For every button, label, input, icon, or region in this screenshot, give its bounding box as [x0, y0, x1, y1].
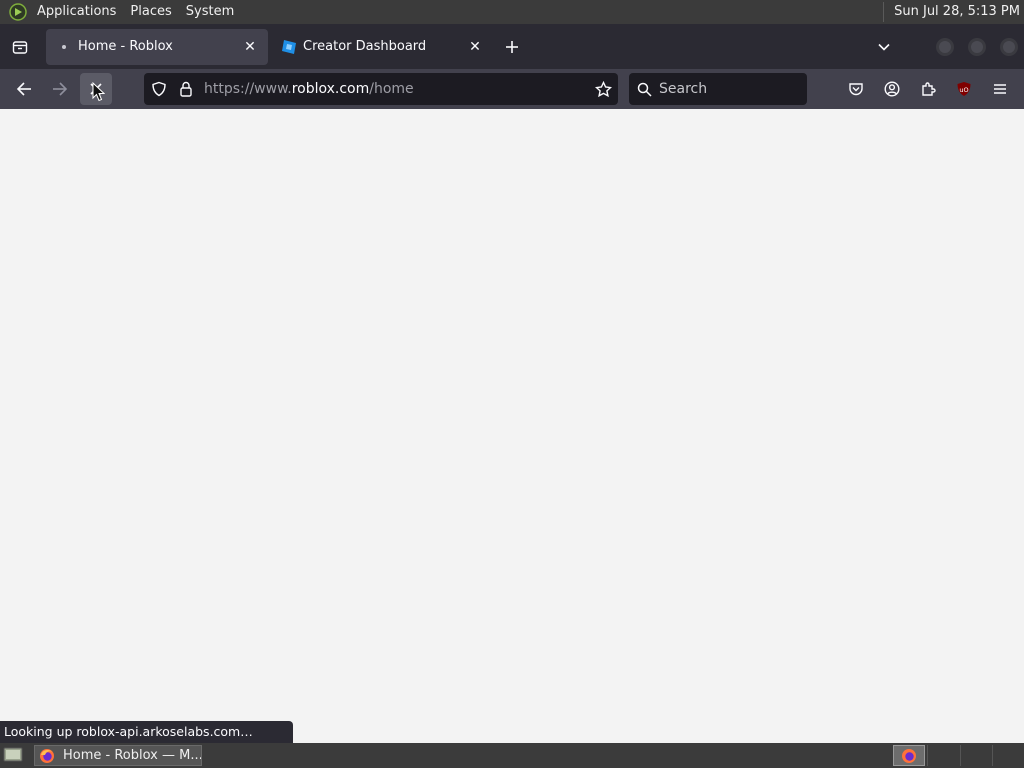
- list-all-tabs-button[interactable]: [868, 31, 900, 63]
- chevron-down-icon: [878, 43, 890, 51]
- hamburger-menu-icon: [994, 84, 1006, 94]
- menu-applications[interactable]: Applications: [30, 0, 123, 24]
- extensions-button[interactable]: [912, 73, 944, 105]
- navigation-bar: https://www.roblox.com/home Search uO: [0, 69, 1024, 109]
- workspace-3[interactable]: [960, 745, 992, 766]
- arrow-left-icon: [16, 82, 31, 96]
- url-bar[interactable]: https://www.roblox.com/home: [144, 73, 618, 105]
- maximize-button[interactable]: [968, 37, 986, 56]
- app-menu-button[interactable]: [984, 73, 1016, 105]
- window-controls: [929, 37, 1024, 56]
- status-panel: Looking up roblox-api.arkoselabs.com…: [0, 721, 293, 743]
- menu-system[interactable]: System: [179, 0, 241, 24]
- panel-clock[interactable]: Sun Jul 28, 5:13 PM: [883, 2, 1024, 22]
- bottom-panel: Home - Roblox — M...: [0, 743, 1024, 768]
- url-path: /home: [369, 81, 414, 97]
- firefox-view-button[interactable]: [4, 31, 36, 63]
- loading-dot-icon: [56, 39, 72, 55]
- arrow-right-icon: [53, 82, 68, 96]
- minimize-button[interactable]: [936, 37, 954, 56]
- svg-text:uO: uO: [959, 86, 968, 94]
- workspace-4[interactable]: [992, 745, 1024, 766]
- url-text[interactable]: https://www.roblox.com/home: [204, 81, 414, 97]
- taskbar-window-title: Home - Roblox — M...: [63, 748, 202, 763]
- tracking-protection-shield-icon[interactable]: [144, 73, 174, 105]
- firefox-icon: [902, 749, 916, 763]
- tab-close-icon[interactable]: ✕: [240, 37, 260, 57]
- close-window-button[interactable]: [1000, 37, 1018, 56]
- show-desktop-button[interactable]: [3, 746, 23, 768]
- account-button[interactable]: [876, 73, 908, 105]
- padlock-icon[interactable]: [174, 81, 198, 97]
- firefox-view-icon: [12, 40, 28, 54]
- panel-menu: Applications Places System: [0, 0, 241, 24]
- applications-logo-icon[interactable]: [6, 0, 30, 24]
- menu-places[interactable]: Places: [123, 0, 178, 24]
- tab-creator-dashboard[interactable]: Creator Dashboard ✕: [271, 29, 493, 65]
- top-panel: Applications Places System Sun Jul 28, 5…: [0, 0, 1024, 24]
- mouse-cursor-icon: [92, 82, 105, 102]
- pocket-button[interactable]: [840, 73, 872, 105]
- search-bar[interactable]: Search: [629, 73, 807, 105]
- desktop-icon: [3, 747, 23, 762]
- tab-close-icon[interactable]: ✕: [465, 37, 485, 57]
- tab-title: Creator Dashboard: [303, 39, 427, 54]
- pocket-icon: [849, 83, 863, 96]
- tab-home-roblox[interactable]: Home - Roblox ✕: [46, 28, 268, 65]
- tab-strip: Home - Roblox ✕ Creator Dashboard ✕: [0, 24, 1024, 69]
- bookmark-star-icon[interactable]: [588, 80, 618, 98]
- workspace-1[interactable]: [893, 745, 925, 766]
- puzzle-piece-icon: [922, 82, 936, 96]
- taskbar-window-firefox[interactable]: Home - Roblox — M...: [34, 745, 202, 766]
- back-button[interactable]: [8, 73, 40, 105]
- firefox-icon: [40, 748, 54, 763]
- url-prefix: https://www.: [204, 81, 292, 97]
- ublock-origin-icon: uO: [957, 82, 971, 96]
- url-domain: roblox.com: [291, 81, 370, 97]
- workspace-2[interactable]: [927, 745, 959, 766]
- new-tab-button[interactable]: [496, 31, 528, 63]
- search-icon: [637, 82, 652, 97]
- page-content[interactable]: [0, 109, 1024, 743]
- roblox-studio-icon: [281, 39, 297, 55]
- plus-icon: [506, 40, 518, 53]
- ublock-origin-button[interactable]: uO: [948, 73, 980, 105]
- forward-button[interactable]: [44, 73, 76, 105]
- tab-title: Home - Roblox: [78, 39, 173, 54]
- user-circle-icon: [884, 81, 900, 97]
- search-placeholder: Search: [659, 81, 708, 97]
